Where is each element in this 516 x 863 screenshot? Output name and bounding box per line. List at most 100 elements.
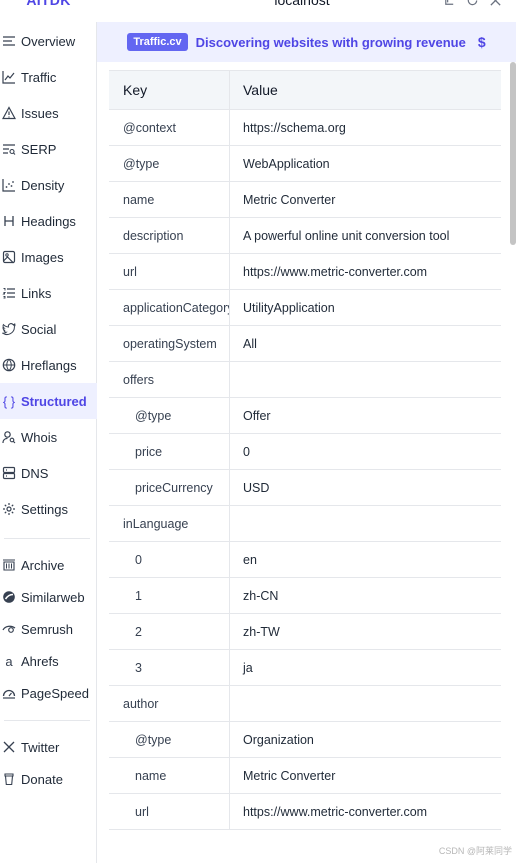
table-row: 0 en: [109, 542, 501, 578]
table-row: url https://www.metric-converter.com: [109, 794, 501, 830]
promo-banner[interactable]: Traffic.cv Discovering websites with gro…: [97, 22, 516, 62]
row-key: 1: [109, 578, 230, 613]
scatter-icon: [2, 178, 16, 192]
table-row: 3 ja: [109, 650, 501, 686]
row-value: https://www.metric-converter.com: [243, 804, 428, 819]
archive-icon: [2, 558, 16, 572]
heading-icon: [2, 214, 16, 228]
sidebar-item-traffic[interactable]: Traffic: [0, 59, 97, 95]
row-key: author: [109, 686, 230, 721]
sidebar-item-headings[interactable]: Headings: [0, 203, 97, 239]
row-key: name: [109, 758, 230, 793]
row-value: https://www.metric-converter.com: [243, 264, 428, 279]
table-row: @type Organization: [109, 722, 501, 758]
structured-data-table: Key Value @context https://schema.org @typ…: [109, 70, 501, 830]
row-key: inLanguage: [109, 506, 230, 541]
sidebar-tool-ahrefs[interactable]: a Ahrefs: [0, 645, 97, 677]
sidebar-item-social[interactable]: Social: [0, 311, 97, 347]
user-search-icon: [2, 430, 16, 444]
sidebar-item-label: Structured: [21, 393, 87, 409]
sidebar-item-label: Twitter: [21, 739, 60, 755]
row-key: description: [109, 218, 230, 253]
row-value: USD: [243, 480, 270, 495]
sidebar-item-serp[interactable]: SERP: [0, 131, 97, 167]
serp-icon: [2, 142, 16, 156]
gear-icon: [2, 502, 16, 516]
sidebar-social-donate[interactable]: Donate: [0, 763, 97, 795]
sidebar-item-label: Semrush: [21, 621, 74, 637]
table-row: name Metric Converter: [109, 758, 501, 794]
table-row: 2 zh-TW: [109, 614, 501, 650]
sidebar-item-density[interactable]: Density: [0, 167, 97, 203]
image-icon: [2, 250, 16, 264]
chart-line-icon: [2, 70, 16, 84]
table-row: name Metric Converter: [109, 182, 501, 218]
column-header-value: Value: [243, 82, 278, 98]
sidebar-tool-archive[interactable]: Archive: [0, 549, 97, 581]
table-body: @context https://schema.org @type WebApplic…: [109, 110, 501, 830]
copy-icon[interactable]: [442, 0, 456, 7]
table-row: @type WebApplication: [109, 146, 501, 182]
sidebar-item-images[interactable]: Images: [0, 239, 97, 275]
row-key: 3: [109, 650, 230, 685]
sidebar-item-label: Issues: [21, 105, 59, 121]
sidebar-item-label: Headings: [21, 213, 76, 229]
table-header: Key Value: [109, 70, 501, 110]
sidebar-divider: [4, 720, 90, 721]
row-value: 0: [243, 444, 250, 459]
sidebar-item-label: PageSpeed: [21, 685, 89, 701]
row-key: offers: [109, 362, 230, 397]
globe-icon: [2, 358, 16, 372]
row-value: https://schema.org: [243, 120, 346, 135]
sidebar-item-whois[interactable]: Whois: [0, 419, 97, 455]
sidebar-item-links[interactable]: Links: [0, 275, 97, 311]
row-key: priceCurrency: [109, 470, 230, 505]
table-row: 1 zh-CN: [109, 578, 501, 614]
scrollbar[interactable]: [510, 62, 516, 245]
sidebar-tool-pagespeed[interactable]: PageSpeed: [0, 677, 97, 709]
similarweb-icon: [2, 590, 16, 604]
sidebar-item-issues[interactable]: Issues: [0, 95, 97, 131]
twitter-bird-icon: [2, 322, 16, 336]
table-row: applicationCategory UtilityApplication: [109, 290, 501, 326]
sidebar-item-label: Overview: [21, 33, 76, 49]
row-key: @type: [109, 146, 230, 181]
sidebar-item-label: Similarweb: [21, 589, 85, 605]
dollar-icon: $: [477, 34, 486, 50]
x-logo-icon: [2, 740, 16, 754]
banner-badge: Traffic.cv: [127, 33, 188, 51]
row-key: url: [109, 254, 230, 289]
row-key: name: [109, 182, 230, 217]
speedometer-icon: [2, 686, 16, 700]
ahrefs-icon: a: [5, 653, 13, 669]
sidebar-item-dns[interactable]: DNS: [0, 455, 97, 491]
sidebar-item-settings[interactable]: Settings: [0, 491, 97, 527]
refresh-icon[interactable]: [465, 0, 479, 7]
warning-icon: [2, 106, 16, 120]
table-row: url https://www.metric-converter.com: [109, 254, 501, 290]
sidebar-item-label: Density: [21, 177, 65, 193]
sidebar-item-label: Ahrefs: [21, 653, 59, 669]
table-row: author: [109, 686, 501, 722]
row-key: url: [109, 794, 230, 829]
sidebar-item-overview[interactable]: Overview: [0, 23, 97, 59]
sidebar-tool-similarweb[interactable]: Similarweb: [0, 581, 97, 613]
table-row: @context https://schema.org: [109, 110, 501, 146]
row-value: All: [243, 336, 257, 351]
sidebar-tool-semrush[interactable]: Semrush: [0, 613, 97, 645]
sidebar-item-label: Hreflangs: [21, 357, 77, 373]
sidebar-item-structured[interactable]: { } Structured: [0, 383, 97, 419]
close-icon[interactable]: [488, 0, 502, 7]
row-value: [230, 686, 501, 721]
sidebar-social-twitter[interactable]: Twitter: [0, 731, 97, 763]
watermark: CSDN @阿莱同学: [438, 846, 512, 856]
cup-icon: [2, 772, 16, 786]
semrush-icon: [2, 622, 16, 636]
row-value: zh-CN: [243, 588, 279, 603]
sidebar-item-hreflangs[interactable]: Hreflangs: [0, 347, 97, 383]
sidebar-item-label: Settings: [21, 501, 68, 517]
braces-icon: { }: [2, 393, 16, 409]
row-key: 0: [109, 542, 230, 577]
row-key: @type: [109, 722, 230, 757]
table-row: offers: [109, 362, 501, 398]
